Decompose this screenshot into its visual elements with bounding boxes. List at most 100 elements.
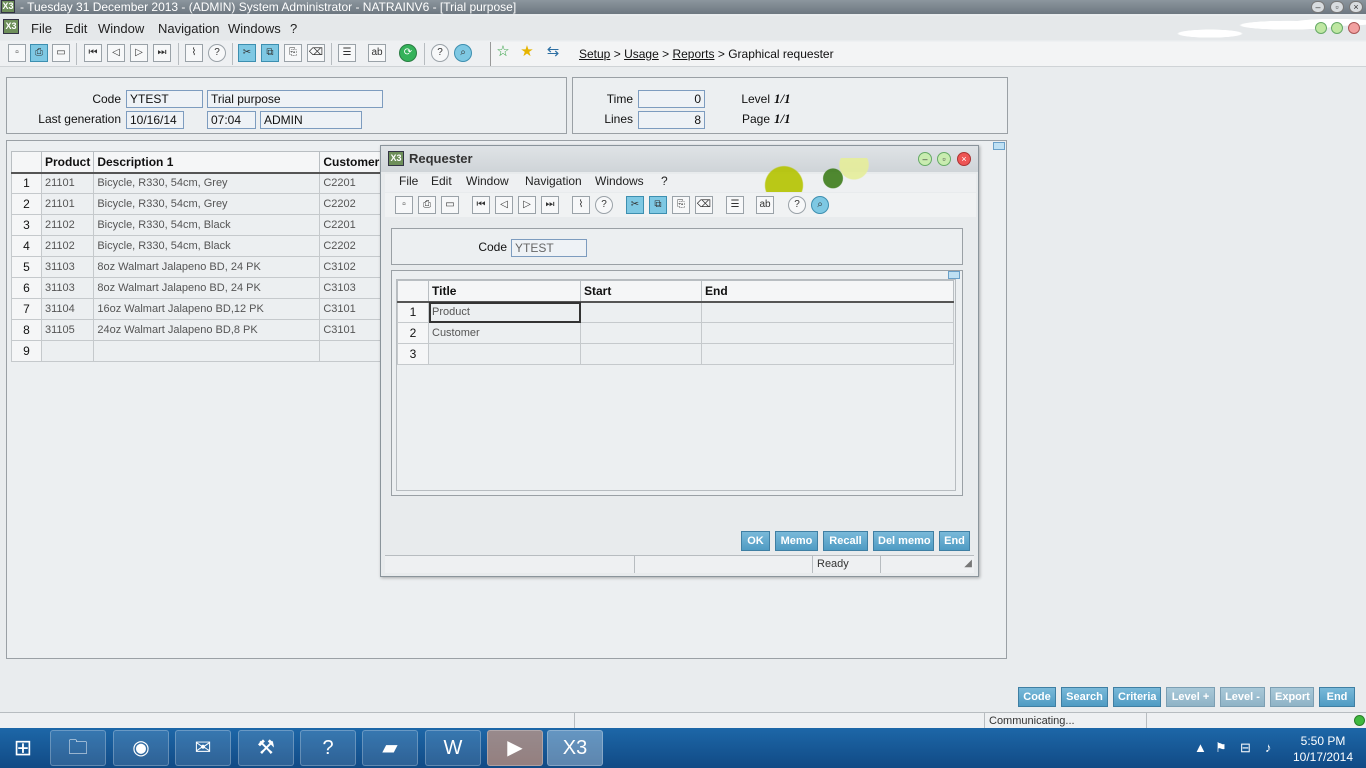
cell-customer[interactable]: C2201: [319, 172, 386, 194]
tray-expand-icon[interactable]: ▲: [1194, 740, 1207, 755]
first-icon[interactable]: ⏮: [84, 44, 102, 62]
column-title[interactable]: Title: [428, 280, 581, 303]
table-row[interactable]: 7 31104 16oz Walmart Jalapeno BD,12 PK C310…: [11, 298, 386, 320]
outlook-icon[interactable]: ✉: [175, 730, 231, 766]
cell-description[interactable]: 24oz Walmart Jalapeno BD,8 PK: [93, 319, 321, 341]
word-icon[interactable]: W: [425, 730, 481, 766]
requester-maximize-icon[interactable]: ▫: [937, 152, 951, 166]
row-number[interactable]: 5: [11, 256, 42, 278]
next-icon[interactable]: ▷: [518, 196, 536, 214]
table-row[interactable]: 2 21101 Bicycle, R330, 54cm, Grey C2202: [11, 193, 386, 215]
cell-description[interactable]: 8oz Walmart Jalapeno BD, 24 PK: [93, 256, 321, 278]
table-row[interactable]: 2 Customer: [397, 322, 954, 344]
next-icon[interactable]: ▷: [130, 44, 148, 62]
chrome-icon[interactable]: ◉: [113, 730, 169, 766]
volume-icon[interactable]: ♪: [1265, 740, 1272, 755]
child-close-icon[interactable]: [1348, 22, 1360, 34]
cell-title[interactable]: [428, 343, 581, 365]
cell-description[interactable]: 16oz Walmart Jalapeno BD,12 PK: [93, 298, 321, 320]
tools-icon[interactable]: ⚒: [238, 730, 294, 766]
description-field[interactable]: Trial purpose: [207, 90, 383, 108]
cell-product[interactable]: 21101: [40, 193, 95, 215]
cell-product[interactable]: 21102: [40, 214, 95, 236]
level-plus-button[interactable]: Level +: [1166, 687, 1215, 707]
network-icon[interactable]: ⊟: [1240, 740, 1251, 756]
cut-icon[interactable]: ✂: [626, 196, 644, 214]
signpost-icon[interactable]: ⇆: [544, 44, 562, 62]
recall-button[interactable]: Recall: [823, 531, 868, 551]
menu-file[interactable]: File: [31, 21, 52, 36]
cell-description[interactable]: Bicycle, R330, 54cm, Black: [93, 214, 321, 236]
code-field[interactable]: YTEST: [126, 90, 203, 108]
row-number[interactable]: 7: [11, 298, 42, 320]
child-restore-icon[interactable]: [1331, 22, 1343, 34]
search-icon[interactable]: ⌕: [811, 196, 829, 214]
text-icon[interactable]: ab: [756, 196, 774, 214]
row-number[interactable]: 3: [11, 214, 42, 236]
copy-icon[interactable]: ⧉: [261, 44, 279, 62]
paste-icon[interactable]: ⎘: [284, 44, 302, 62]
preview-icon[interactable]: ▭: [441, 196, 459, 214]
cell-customer[interactable]: C3103: [319, 277, 386, 299]
clear-icon[interactable]: ⌫: [307, 44, 325, 62]
code-button[interactable]: Code: [1018, 687, 1056, 707]
help-field-icon[interactable]: ?: [595, 196, 613, 214]
column-end[interactable]: End: [701, 280, 954, 303]
table-row[interactable]: 8 31105 24oz Walmart Jalapeno BD,8 PK C3101: [11, 319, 386, 341]
breadcrumb-setup[interactable]: Setup: [579, 47, 610, 61]
cell-customer[interactable]: C3102: [319, 256, 386, 278]
export-button[interactable]: Export: [1270, 687, 1314, 707]
media-app-icon[interactable]: ▶: [487, 730, 543, 766]
requester-menu-file[interactable]: File: [399, 174, 418, 188]
requester-menu-navigation[interactable]: Navigation: [525, 174, 582, 188]
start-icon[interactable]: ⊞: [6, 734, 40, 762]
print-icon[interactable]: ⎙: [418, 196, 436, 214]
requester-menu-help[interactable]: ?: [661, 174, 668, 188]
cell-product[interactable]: 21102: [40, 235, 95, 257]
close-icon[interactable]: ×: [1349, 1, 1363, 13]
attachment-icon[interactable]: ⌇: [572, 196, 590, 214]
cell-product[interactable]: 31103: [40, 256, 95, 278]
cell-description[interactable]: Bicycle, R330, 54cm, Grey: [93, 193, 321, 215]
cell-end[interactable]: [701, 322, 954, 344]
cell-title[interactable]: Customer: [428, 322, 581, 344]
new-icon[interactable]: ▫: [395, 196, 413, 214]
clock[interactable]: 5:50 PM 10/17/2014: [1288, 733, 1358, 765]
menu-edit[interactable]: Edit: [65, 21, 87, 36]
column-description[interactable]: Description 1: [93, 151, 321, 174]
requester-close-icon[interactable]: ×: [957, 152, 971, 166]
del-memo-button[interactable]: Del memo: [873, 531, 934, 551]
cell-title[interactable]: Product: [428, 301, 581, 323]
requester-code-field[interactable]: YTEST: [511, 239, 587, 257]
column-start[interactable]: Start: [580, 280, 702, 303]
help-field-icon[interactable]: ?: [208, 44, 226, 62]
flag-icon[interactable]: ⚑: [1215, 740, 1227, 756]
clear-icon[interactable]: ⌫: [695, 196, 713, 214]
cell-description[interactable]: Bicycle, R330, 54cm, Grey: [93, 172, 321, 194]
child-minimize-icon[interactable]: [1315, 22, 1327, 34]
cell-description[interactable]: [93, 340, 321, 362]
refresh-icon[interactable]: ⟳: [399, 44, 417, 62]
requester-menu-window[interactable]: Window: [466, 174, 509, 188]
attachment-icon[interactable]: ⌇: [185, 44, 203, 62]
notebook-icon[interactable]: ▰: [362, 730, 418, 766]
menu-windows[interactable]: Windows: [228, 21, 281, 36]
x3-app-icon[interactable]: X3: [547, 730, 603, 766]
cell-product[interactable]: 31104: [40, 298, 95, 320]
cell-customer[interactable]: [319, 340, 386, 362]
memo-button[interactable]: Memo: [775, 531, 818, 551]
report-icon[interactable]: ☰: [726, 196, 744, 214]
previous-icon[interactable]: ◁: [107, 44, 125, 62]
cell-product[interactable]: 21101: [40, 172, 95, 194]
table-row[interactable]: 9: [11, 340, 386, 362]
maximize-icon[interactable]: ▫: [1330, 1, 1344, 13]
cell-end[interactable]: [701, 343, 954, 365]
last-icon[interactable]: ⏭: [153, 44, 171, 62]
cell-customer[interactable]: C3101: [319, 319, 386, 341]
new-icon[interactable]: ▫: [8, 44, 26, 62]
menu-navigation[interactable]: Navigation: [158, 21, 219, 36]
resize-grip-icon[interactable]: ◢: [964, 558, 972, 569]
menu-help[interactable]: ?: [290, 21, 297, 36]
report-icon[interactable]: ☰: [338, 44, 356, 62]
cell-product[interactable]: 31103: [40, 277, 95, 299]
